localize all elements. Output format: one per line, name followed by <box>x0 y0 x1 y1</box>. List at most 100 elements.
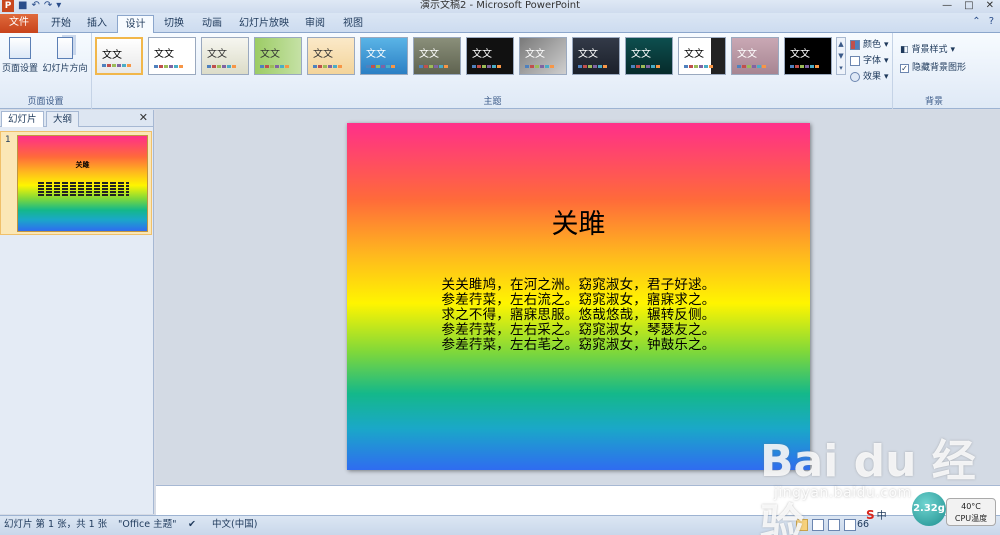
slides-pane: 幻灯片 大纲 ✕ 1 关雎 <box>0 110 154 514</box>
tab-insert[interactable]: 插入 <box>82 15 112 33</box>
slide-sorter-icon[interactable] <box>812 519 824 531</box>
thumbnail-body <box>38 182 129 197</box>
checkbox-icon: ✓ <box>900 63 909 73</box>
title-bar: P ■ ↶ ↷ ▾ 演示文稿2 - Microsoft PowerPoint —… <box>0 0 1000 13</box>
theme-sample-text: 文文 <box>102 50 122 61</box>
tab-design[interactable]: 设计 <box>117 15 154 34</box>
hide-background-graphics-checkbox[interactable]: ✓ 隐藏背景图形 <box>900 59 966 77</box>
ribbon-tabs: 文件 开始 插入 设计 切换 动画 幻灯片放映 审阅 视图 ⌃ ? <box>0 13 1000 34</box>
tab-view[interactable]: 视图 <box>338 15 368 33</box>
theme-swatch[interactable]: 文文 <box>201 37 249 75</box>
theme-swatch[interactable]: 文文 <box>731 37 779 75</box>
ime-mode[interactable]: 中 <box>877 507 887 522</box>
colors-icon <box>850 40 860 50</box>
slideshow-view-icon[interactable] <box>844 519 856 531</box>
tab-slides[interactable]: 幻灯片 <box>1 111 44 127</box>
theme-sample-text: 文文 <box>684 49 704 60</box>
tab-outline[interactable]: 大纲 <box>46 111 80 127</box>
tab-transitions[interactable]: 切换 <box>159 15 189 33</box>
theme-color-bars <box>207 65 236 68</box>
pane-tabs: 幻灯片 大纲 ✕ <box>0 110 153 127</box>
close-button[interactable]: ✕ <box>986 0 994 11</box>
theme-swatch[interactable]: 文文 <box>254 37 302 75</box>
cpu-label: CPU温度 <box>954 514 988 523</box>
tab-home[interactable]: 开始 <box>44 15 78 33</box>
cpu-temp-box: 40°C CPU温度 <box>946 498 996 526</box>
view-buttons <box>796 519 856 531</box>
body-line: 参差荇菜，左右芼之。窈窕淑女，钟鼓乐之。 <box>441 337 716 353</box>
slide-number: 1 <box>5 135 11 145</box>
cpu-widget: 2.32g 40°C CPU温度 <box>906 492 996 528</box>
slide-thumbnail[interactable]: 关雎 <box>17 135 148 232</box>
theme-color-bars <box>366 65 395 68</box>
theme-swatch[interactable]: 文文 <box>678 37 726 75</box>
theme-name: "Office 主题" <box>118 519 177 530</box>
slide-count: 幻灯片 第 1 张，共 1 张 <box>4 519 108 530</box>
theme-color-bars <box>419 65 448 68</box>
group-label-background: 背景 <box>924 97 943 107</box>
theme-color-bars <box>102 64 131 67</box>
theme-swatch[interactable]: 文文 <box>572 37 620 75</box>
theme-color-bars <box>260 65 289 68</box>
theme-sample-text: 文文 <box>737 49 757 60</box>
background-options: ◧ 背景样式 ▾ ✓ 隐藏背景图形 <box>900 41 966 77</box>
window-title: 演示文稿2 - Microsoft PowerPoint <box>419 0 581 11</box>
theme-sample-text: 文文 <box>790 49 810 60</box>
slide-orientation-button[interactable]: 幻灯片方向 <box>42 37 88 74</box>
theme-swatch[interactable]: 文文 <box>413 37 461 75</box>
theme-swatch[interactable]: 文文 <box>95 37 143 75</box>
theme-sample-text: 文文 <box>154 49 174 60</box>
theme-effects-button[interactable]: 效果 ▾ <box>850 69 889 85</box>
language[interactable]: 中文(中国) <box>212 516 257 534</box>
help-icon[interactable]: ? <box>989 16 994 27</box>
maximize-button[interactable]: □ <box>964 0 973 11</box>
theme-swatch[interactable]: 文文 <box>784 37 832 75</box>
theme-swatch[interactable]: 文文 <box>466 37 514 75</box>
tab-slideshow[interactable]: 幻灯片放映 <box>238 15 290 33</box>
slide-body[interactable]: 关关雎鸠，在河之洲。窈窕淑女，君子好逑。 参差荇菜，左右流之。窈窕淑女，寤寐求之… <box>347 278 810 353</box>
slide-thumbnail-item[interactable]: 1 关雎 <box>0 131 152 235</box>
reading-view-icon[interactable] <box>828 519 840 531</box>
normal-view-icon[interactable] <box>796 519 808 531</box>
theme-color-bars <box>154 65 183 68</box>
theme-sample-text: 文文 <box>472 49 492 60</box>
background-styles-button[interactable]: ◧ 背景样式 ▾ <box>900 41 966 59</box>
pane-close-icon[interactable]: ✕ <box>139 111 148 124</box>
theme-gallery: 文文 文文 文文 文文 文文 文文 文文 文文 文文 文文 文文 文文 文文 文文 <box>95 37 832 75</box>
page-setup-button[interactable]: 页面设置 <box>0 37 40 74</box>
group-label-themes: 主题 <box>483 97 502 107</box>
theme-swatch[interactable]: 文文 <box>148 37 196 75</box>
slide-editor: 关雎 关关雎鸠，在河之洲。窈窕淑女，君子好逑。 参差荇菜，左右流之。窈窕淑女，寤… <box>156 110 1000 484</box>
theme-swatch[interactable]: 文文 <box>625 37 673 75</box>
slide-orientation-icon <box>57 37 73 59</box>
tab-file[interactable]: 文件 <box>0 14 38 33</box>
page-setup-icon <box>9 37 31 59</box>
theme-swatch[interactable]: 文文 <box>360 37 408 75</box>
theme-color-bars <box>525 65 554 68</box>
slide-canvas[interactable]: 关雎 关关雎鸠，在河之洲。窈窕淑女，君子好逑。 参差荇菜，左右流之。窈窕淑女，寤… <box>347 123 810 470</box>
effects-icon <box>850 72 860 82</box>
theme-color-bars <box>472 65 501 68</box>
theme-colors-button[interactable]: 颜色 ▾ <box>850 37 889 53</box>
theme-sample-text: 文文 <box>207 49 227 60</box>
spellcheck-icon[interactable]: ✔ <box>188 516 196 534</box>
theme-sample-text: 文文 <box>313 49 333 60</box>
tab-animations[interactable]: 动画 <box>197 15 227 33</box>
theme-sample-text: 文文 <box>419 49 439 60</box>
theme-color-bars <box>737 65 766 68</box>
body-line: 参差荇菜，左右采之。窈窕淑女，琴瑟友之。 <box>441 322 716 338</box>
ribbon-minimize-icon[interactable]: ⌃ <box>972 16 980 27</box>
theme-fonts-button[interactable]: 字体 ▾ <box>850 53 889 69</box>
theme-swatch[interactable]: 文文 <box>307 37 355 75</box>
slide-title[interactable]: 关雎 <box>347 202 810 241</box>
ime-toolbar[interactable]: S 中 <box>866 507 887 523</box>
theme-sample-text: 文文 <box>525 49 545 60</box>
gallery-scroll[interactable]: ▲ ▼ ▾ <box>836 37 846 75</box>
minimize-button[interactable]: — <box>942 0 952 11</box>
theme-color-bars <box>578 65 607 68</box>
sogou-icon: S <box>866 507 875 522</box>
fonts-icon <box>850 56 860 66</box>
tab-review[interactable]: 审阅 <box>300 15 330 33</box>
theme-swatch[interactable]: 文文 <box>519 37 567 75</box>
ribbon: 页面设置 幻灯片方向 页面设置 主题 文文 文文 文文 文文 文文 文文 文文 文文 文文 文文文… <box>0 33 1000 109</box>
